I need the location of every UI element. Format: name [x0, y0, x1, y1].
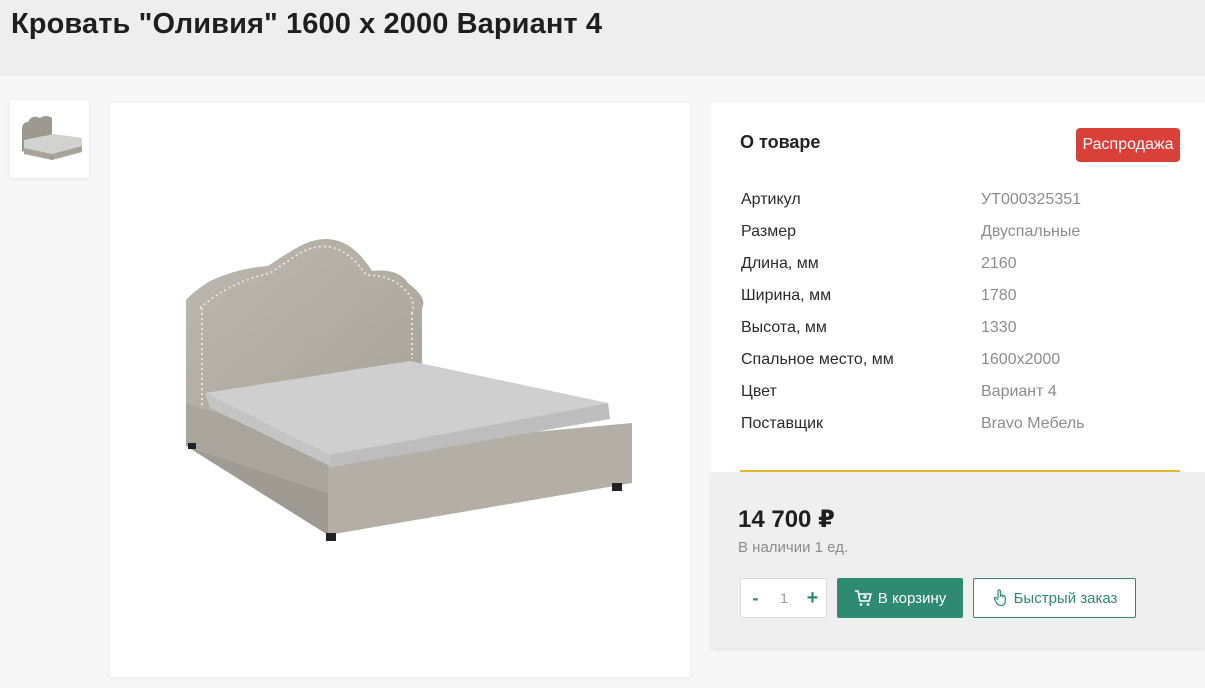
price-card: 14 700 ₽ В наличии 1 ед. - 1 + В корзину…: [711, 472, 1205, 648]
spec-value: 1600х2000: [981, 351, 1061, 368]
qty-decrease-button[interactable]: -: [741, 579, 770, 617]
quantity-stepper: - 1 +: [740, 578, 827, 618]
spec-label: Спальное место, мм: [741, 351, 894, 368]
cart-plus-icon: [854, 590, 872, 606]
bed-thumbnail-icon: [22, 116, 82, 160]
spec-row: Спальное место, мм 1600х2000: [741, 351, 1181, 383]
spec-value: Вариант 4: [981, 383, 1057, 400]
hand-pointer-icon: [993, 589, 1006, 607]
spec-label: Цвет: [741, 383, 777, 400]
bed-image-icon: [186, 239, 632, 541]
spec-row: Размер Двуспальные: [741, 223, 1181, 255]
spec-label: Поставщик: [741, 415, 824, 432]
spec-value: Двуспальные: [981, 223, 1081, 240]
spec-label: Артикул: [741, 191, 801, 208]
spec-value: Bravo Мебель: [981, 415, 1085, 432]
add-to-cart-button[interactable]: В корзину: [837, 578, 963, 618]
page-title: Кровать "Оливия" 1600 х 2000 Вариант 4: [11, 8, 603, 40]
spec-value: 2160: [981, 255, 1017, 272]
info-heading: О товаре: [740, 132, 821, 152]
spec-row: Длина, мм 2160: [741, 255, 1181, 287]
qty-increase-button[interactable]: +: [798, 579, 827, 617]
spec-label: Высота, мм: [741, 319, 827, 336]
sale-badge: Распродажа: [1076, 128, 1180, 162]
spec-value: 1780: [981, 287, 1017, 304]
gallery-thumbnail[interactable]: [10, 100, 89, 178]
product-image-panel: [110, 103, 690, 677]
spec-label: Размер: [741, 223, 796, 240]
product-info-card: О товаре Распродажа Артикул УТ000325351 …: [711, 103, 1205, 472]
spec-row: Высота, мм 1330: [741, 319, 1181, 351]
stock-status: В наличии 1 ед.: [738, 539, 849, 556]
spec-row: Поставщик Bravo Мебель: [741, 415, 1181, 447]
add-to-cart-label: В корзину: [877, 589, 947, 607]
price: 14 700 ₽: [738, 506, 835, 533]
quick-order-label: Быстрый заказ: [1013, 589, 1118, 607]
quick-order-button[interactable]: Быстрый заказ: [973, 578, 1136, 618]
spec-row: Ширина, мм 1780: [741, 287, 1181, 319]
spec-row: Артикул УТ000325351: [741, 191, 1181, 223]
spec-value: 1330: [981, 319, 1017, 336]
title-bar: Кровать "Оливия" 1600 х 2000 Вариант 4: [0, 0, 1205, 76]
spec-label: Ширина, мм: [741, 287, 832, 304]
spec-row: Цвет Вариант 4: [741, 383, 1181, 415]
spec-label: Длина, мм: [741, 255, 819, 272]
qty-input[interactable]: 1: [770, 579, 798, 617]
spec-value: УТ000325351: [981, 191, 1082, 208]
